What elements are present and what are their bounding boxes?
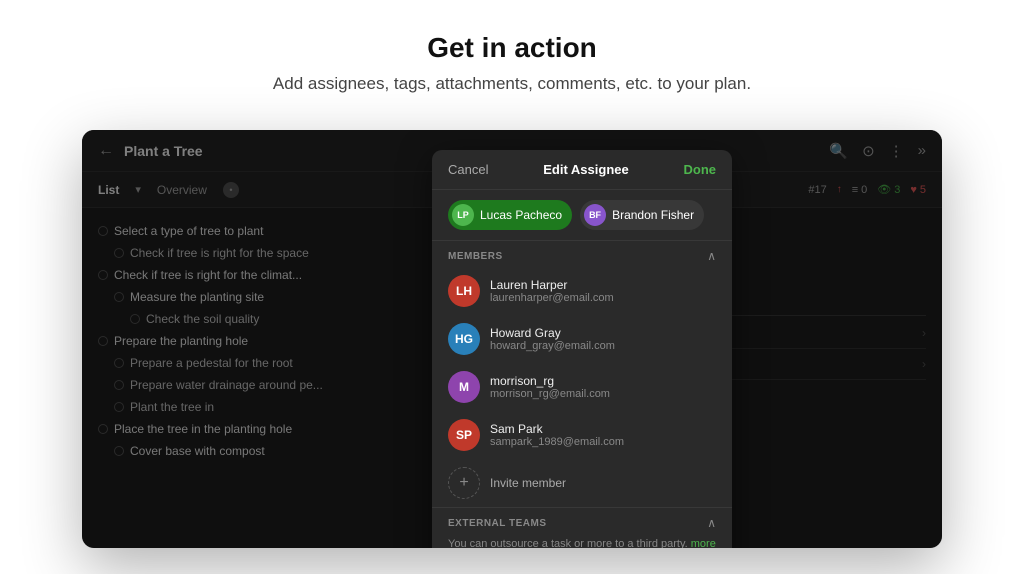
- member-row-morrison[interactable]: M morrison_rg morrison_rg@email.com: [432, 363, 732, 411]
- assignee-name-brandon: Brandon Fisher: [612, 208, 694, 222]
- member-name-sam: Sam Park: [490, 422, 716, 436]
- member-email-sam: sampark_1989@email.com: [490, 436, 716, 448]
- invite-icon: +: [448, 467, 480, 499]
- modal-overlay: Cancel Edit Assignee Done LP Lucas Pache…: [82, 130, 942, 548]
- avatar-lucas: LP: [452, 204, 474, 226]
- member-name-lauren: Lauren Harper: [490, 278, 716, 292]
- assignee-chip-lucas[interactable]: LP Lucas Pacheco: [448, 200, 572, 230]
- invite-member-row[interactable]: + Invite member: [432, 459, 732, 507]
- member-row-lauren[interactable]: LH Lauren Harper laurenharper@email.com: [432, 267, 732, 315]
- ext-teams-chevron-icon[interactable]: ∧: [707, 516, 716, 530]
- avatar-brandon: BF: [584, 204, 606, 226]
- hero-section: Get in action Add assignees, tags, attac…: [0, 0, 1024, 114]
- edit-assignee-modal: Cancel Edit Assignee Done LP Lucas Pache…: [432, 150, 732, 548]
- member-email-lauren: laurenharper@email.com: [490, 292, 716, 304]
- avatar-lauren: LH: [448, 275, 480, 307]
- cancel-button[interactable]: Cancel: [448, 162, 488, 177]
- avatar-howard: HG: [448, 323, 480, 355]
- ext-teams-label: EXTERNAL TEAMS: [448, 518, 547, 529]
- hero-subtitle: Add assignees, tags, attachments, commen…: [20, 74, 1004, 94]
- member-row-howard[interactable]: HG Howard Gray howard_gray@email.com: [432, 315, 732, 363]
- member-info-lauren: Lauren Harper laurenharper@email.com: [490, 278, 716, 304]
- modal-header: Cancel Edit Assignee Done: [432, 150, 732, 190]
- assignee-name-lucas: Lucas Pacheco: [480, 208, 562, 222]
- member-email-morrison: morrison_rg@email.com: [490, 388, 716, 400]
- members-label: MEMBERS: [448, 251, 503, 262]
- assignee-chip-brandon[interactable]: BF Brandon Fisher: [580, 200, 704, 230]
- app-container: ← Plant a Tree 🔍 ⊙ ⋮ » List ▾ Overview •…: [82, 130, 942, 548]
- invite-label: Invite member: [490, 476, 566, 490]
- hero-title: Get in action: [20, 32, 1004, 64]
- member-name-howard: Howard Gray: [490, 326, 716, 340]
- member-row-sam[interactable]: SP Sam Park sampark_1989@email.com: [432, 411, 732, 459]
- done-button[interactable]: Done: [683, 162, 716, 177]
- ext-teams-section-header: EXTERNAL TEAMS ∧: [432, 507, 732, 534]
- member-name-morrison: morrison_rg: [490, 374, 716, 388]
- member-email-howard: howard_gray@email.com: [490, 340, 716, 352]
- member-info-howard: Howard Gray howard_gray@email.com: [490, 326, 716, 352]
- avatar-morrison: M: [448, 371, 480, 403]
- selected-assignees: LP Lucas Pacheco BF Brandon Fisher: [432, 190, 732, 241]
- ext-more-link[interactable]: more: [691, 538, 716, 548]
- member-info-morrison: morrison_rg morrison_rg@email.com: [490, 374, 716, 400]
- app-wrapper: ← Plant a Tree 🔍 ⊙ ⋮ » List ▾ Overview •…: [0, 130, 1024, 548]
- ext-teams-description: You can outsource a task or more to a th…: [432, 534, 732, 548]
- member-info-sam: Sam Park sampark_1989@email.com: [490, 422, 716, 448]
- members-section-header: MEMBERS ∧: [432, 241, 732, 267]
- members-chevron-icon[interactable]: ∧: [707, 249, 716, 263]
- modal-title: Edit Assignee: [543, 162, 628, 177]
- avatar-sam: SP: [448, 419, 480, 451]
